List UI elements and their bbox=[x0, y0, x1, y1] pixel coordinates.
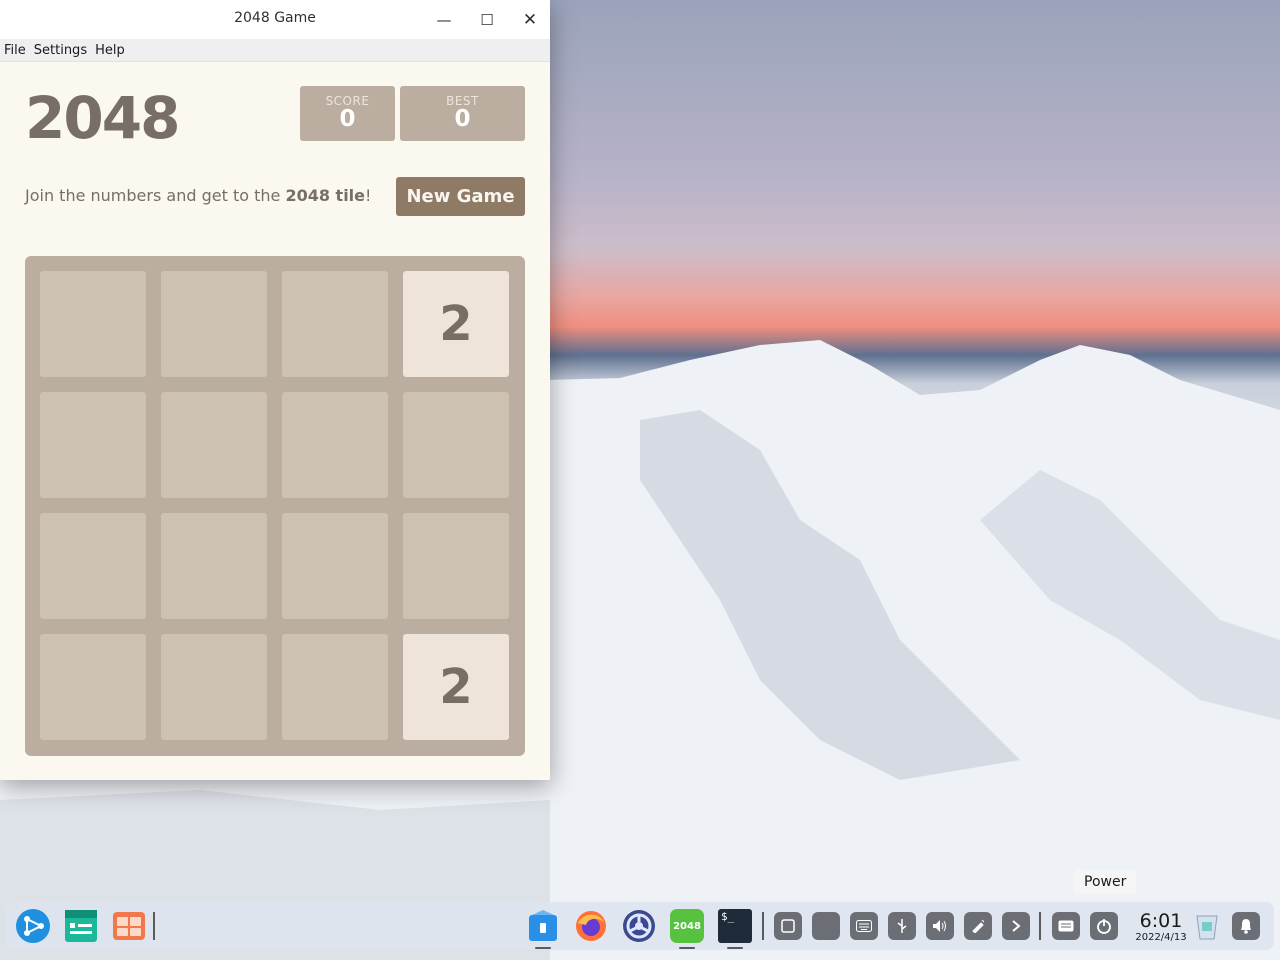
menu-help[interactable]: Help bbox=[91, 43, 129, 58]
taskbar-separator bbox=[762, 912, 764, 940]
launcher-icon[interactable] bbox=[16, 909, 50, 943]
empty-cell bbox=[161, 392, 267, 498]
menu-settings[interactable]: Settings bbox=[30, 43, 91, 58]
settings-icon[interactable] bbox=[622, 909, 656, 943]
best-value: 0 bbox=[454, 106, 471, 132]
terminal-icon[interactable]: $_ bbox=[718, 909, 752, 943]
empty-cell bbox=[282, 271, 388, 377]
maximize-button[interactable]: ☐ bbox=[474, 8, 500, 32]
file-manager-icon[interactable] bbox=[64, 909, 98, 943]
input-method-icon[interactable] bbox=[1052, 912, 1080, 940]
empty-cell bbox=[40, 392, 146, 498]
clock-time: 6:01 bbox=[1139, 910, 1183, 932]
empty-cell bbox=[40, 634, 146, 740]
intro-text: Join the numbers and get to the 2048 til… bbox=[25, 186, 371, 205]
empty-cell bbox=[282, 513, 388, 619]
workspace-icon[interactable] bbox=[812, 912, 840, 940]
power-icon[interactable] bbox=[1090, 912, 1118, 940]
2048-icon[interactable]: 2048 bbox=[670, 909, 704, 943]
empty-cell bbox=[403, 513, 509, 619]
taskbar: 2048 $_ 6:01 2022/4/13 bbox=[6, 902, 1274, 950]
new-game-button[interactable]: New Game bbox=[396, 177, 525, 216]
menu-file[interactable]: File bbox=[0, 43, 30, 58]
taskbar-separator bbox=[1039, 912, 1041, 940]
active-indicator bbox=[727, 947, 743, 949]
close-button[interactable]: ✕ bbox=[517, 8, 543, 32]
menu-bar: File Settings Help bbox=[0, 39, 550, 62]
keyboard-icon[interactable] bbox=[850, 912, 878, 940]
volume-icon[interactable] bbox=[926, 912, 954, 940]
empty-cell bbox=[403, 392, 509, 498]
clock-date: 2022/4/13 bbox=[1135, 932, 1187, 943]
intro-post: ! bbox=[365, 186, 372, 205]
active-indicator bbox=[535, 947, 551, 949]
terminal-icon-label: $_ bbox=[721, 910, 735, 923]
intro-bold: 2048 tile bbox=[285, 186, 366, 205]
app-store-icon[interactable] bbox=[112, 909, 146, 943]
empty-cell bbox=[161, 271, 267, 377]
empty-cell bbox=[282, 634, 388, 740]
window-title: 2048 Game bbox=[234, 10, 316, 26]
empty-cell bbox=[40, 513, 146, 619]
score-value: 0 bbox=[339, 106, 356, 132]
game-window: 2048 Game — ☐ ✕ File Settings Help 2048 … bbox=[0, 0, 550, 780]
empty-cell bbox=[161, 634, 267, 740]
2048-icon-label: 2048 bbox=[673, 920, 701, 932]
firefox-icon[interactable] bbox=[574, 909, 608, 943]
title-bar[interactable]: 2048 Game — ☐ ✕ bbox=[0, 0, 550, 39]
empty-cell bbox=[161, 513, 267, 619]
game-area: 2048 SCORE 0 BEST 0 Join the numbers and… bbox=[0, 62, 550, 780]
power-tooltip: Power bbox=[1074, 870, 1137, 894]
game-title: 2048 bbox=[25, 84, 180, 152]
archive-icon[interactable] bbox=[526, 909, 560, 943]
usb-icon[interactable] bbox=[888, 912, 916, 940]
tile-2: 2 bbox=[403, 271, 509, 377]
chevron-right-icon[interactable] bbox=[1002, 912, 1030, 940]
pen-icon[interactable] bbox=[964, 912, 992, 940]
clock[interactable]: 6:01 2022/4/13 bbox=[1130, 910, 1192, 944]
minimize-button[interactable]: — bbox=[431, 8, 457, 32]
window-icon[interactable] bbox=[774, 912, 802, 940]
empty-cell bbox=[40, 271, 146, 377]
intro-pre: Join the numbers and get to the bbox=[25, 186, 286, 205]
score-box: SCORE 0 bbox=[300, 86, 395, 141]
trash-icon[interactable] bbox=[1190, 909, 1224, 943]
best-box: BEST 0 bbox=[400, 86, 525, 141]
empty-cell bbox=[282, 392, 388, 498]
active-indicator bbox=[679, 947, 695, 949]
taskbar-separator bbox=[153, 912, 155, 940]
game-board[interactable]: 22 bbox=[25, 256, 525, 756]
tile-2: 2 bbox=[403, 634, 509, 740]
notification-bell-icon[interactable] bbox=[1232, 912, 1260, 940]
